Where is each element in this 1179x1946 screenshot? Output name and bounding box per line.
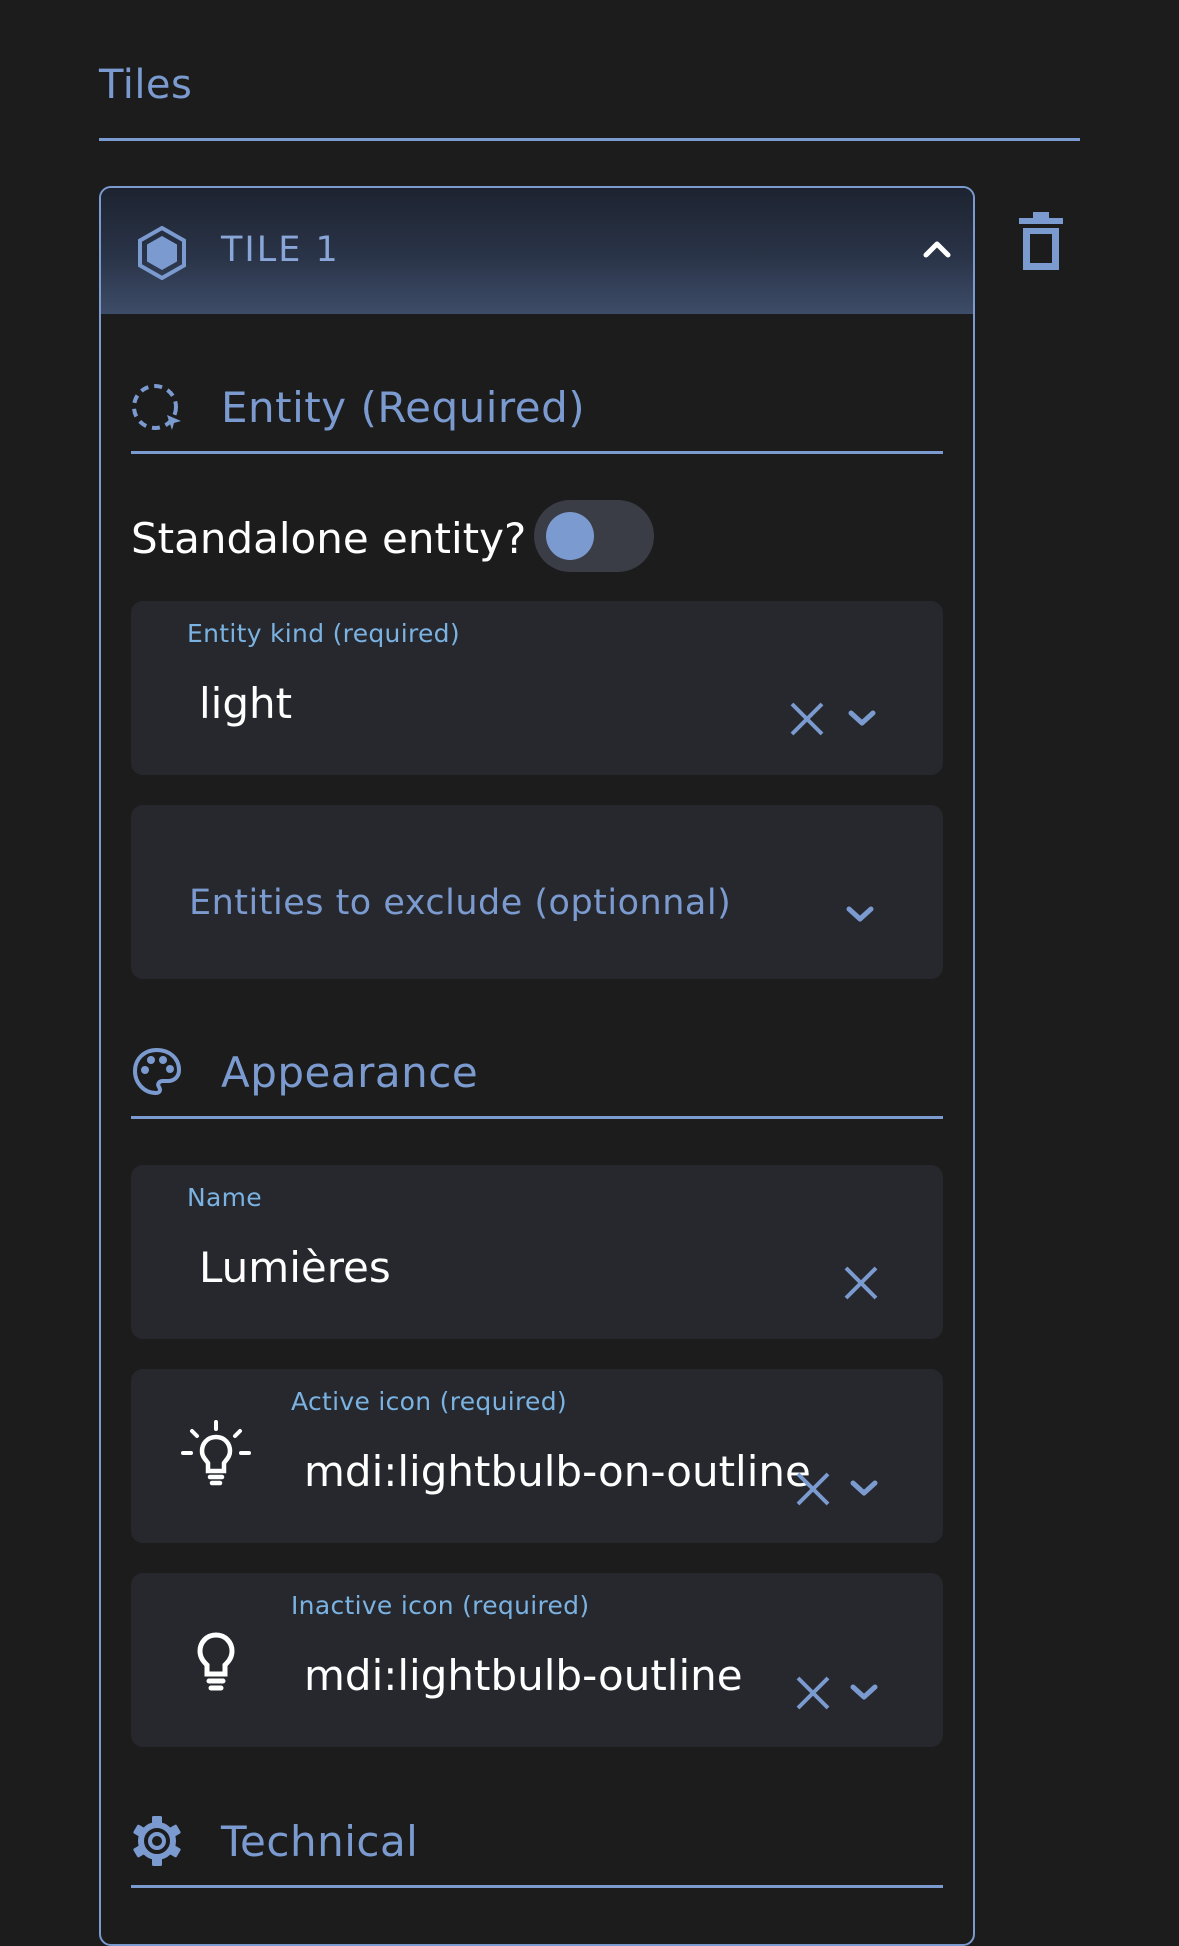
standalone-entity-toggle[interactable] bbox=[534, 500, 654, 572]
appearance-subsection-divider bbox=[131, 1116, 943, 1119]
name-value: Lumières bbox=[199, 1243, 391, 1292]
chevron-down-icon[interactable] bbox=[847, 707, 877, 729]
tiles-section-divider bbox=[99, 138, 1080, 141]
chevron-up-icon[interactable] bbox=[921, 236, 953, 260]
entities-exclude-placeholder: Entities to exclude (optionnal) bbox=[189, 883, 732, 923]
clear-icon[interactable] bbox=[789, 701, 825, 737]
chevron-down-icon[interactable] bbox=[849, 1477, 879, 1499]
active-icon-label: Active icon (required) bbox=[291, 1387, 567, 1416]
active-icon-value: mdi:lightbulb-on-outline bbox=[304, 1447, 811, 1496]
clear-icon[interactable] bbox=[795, 1471, 831, 1507]
tiles-section-title: Tiles bbox=[99, 62, 193, 108]
standalone-entity-row: Standalone entity? bbox=[131, 500, 943, 576]
entities-exclude-field[interactable]: Entities to exclude (optionnal) bbox=[131, 805, 943, 979]
tile-header[interactable]: TILE 1 bbox=[101, 188, 973, 314]
technical-subsection-divider bbox=[131, 1885, 943, 1888]
active-icon-field[interactable]: Active icon (required) mdi:lightbulb-on-… bbox=[131, 1369, 943, 1543]
tile-title: TILE 1 bbox=[221, 230, 340, 270]
standalone-entity-label: Standalone entity? bbox=[131, 514, 527, 563]
entity-subsection-title: Entity (Required) bbox=[221, 383, 586, 432]
chevron-down-icon[interactable] bbox=[849, 1681, 879, 1703]
entity-kind-label: Entity kind (required) bbox=[187, 619, 460, 648]
entity-subsection-divider bbox=[131, 451, 943, 454]
technical-subsection-header: Technical bbox=[131, 1815, 943, 1895]
entity-subsection-header: Entity (Required) bbox=[131, 381, 943, 461]
hexagon-icon bbox=[138, 226, 186, 280]
toggle-knob bbox=[546, 512, 594, 560]
inactive-icon-value: mdi:lightbulb-outline bbox=[304, 1651, 743, 1700]
clear-icon[interactable] bbox=[795, 1675, 831, 1711]
lightbulb-outline-icon bbox=[197, 1632, 235, 1691]
gear-icon bbox=[133, 1816, 181, 1866]
name-field[interactable]: Name Lumières bbox=[131, 1165, 943, 1339]
inactive-icon-field[interactable]: Inactive icon (required) mdi:lightbulb-o… bbox=[131, 1573, 943, 1747]
clear-icon[interactable] bbox=[843, 1265, 879, 1301]
chevron-down-icon[interactable] bbox=[845, 903, 875, 925]
palette-icon bbox=[132, 1047, 182, 1096]
technical-subsection-title: Technical bbox=[221, 1817, 419, 1866]
entity-kind-field[interactable]: Entity kind (required) light bbox=[131, 601, 943, 775]
selection-cursor-icon bbox=[132, 384, 181, 430]
tile-card: TILE 1 Entity (Required) Standalone enti… bbox=[99, 186, 975, 1946]
name-label: Name bbox=[187, 1183, 262, 1212]
trash-icon[interactable] bbox=[1017, 212, 1065, 272]
lightbulb-on-outline-icon bbox=[181, 1420, 251, 1486]
inactive-icon-label: Inactive icon (required) bbox=[291, 1591, 590, 1620]
appearance-subsection-header: Appearance bbox=[131, 1046, 943, 1126]
entity-kind-value: light bbox=[199, 679, 293, 728]
appearance-subsection-title: Appearance bbox=[221, 1048, 479, 1097]
